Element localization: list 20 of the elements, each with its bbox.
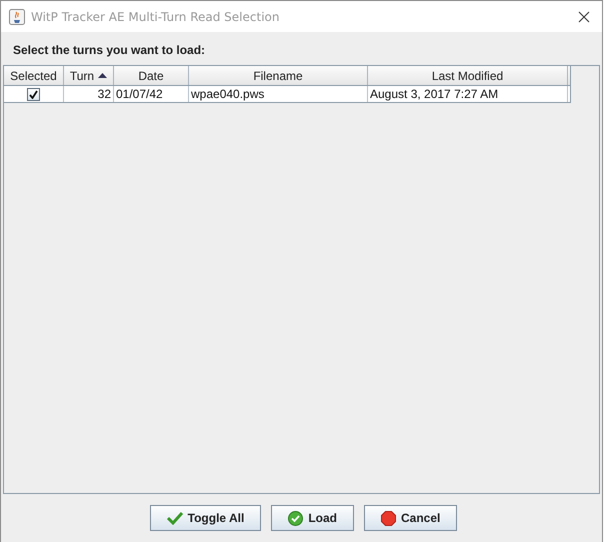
app-icon (9, 8, 25, 24)
close-icon[interactable] (578, 10, 590, 22)
table-cell: August 3, 2017 7:27 AM (368, 86, 568, 102)
column-header[interactable]: Turn (64, 66, 114, 85)
column-header[interactable]: Date (114, 66, 189, 85)
dialog-button[interactable]: Toggle All (150, 505, 262, 531)
row-checkbox[interactable] (27, 88, 40, 100)
stop-icon (380, 510, 396, 526)
table-cell: 32 (64, 86, 114, 102)
table-cell: 01/07/42 (114, 86, 189, 102)
instruction-label: Select the turns you want to load: (12, 42, 206, 59)
dialog-button[interactable]: Load (271, 505, 354, 531)
column-header[interactable]: Selected (4, 66, 64, 85)
column-header[interactable]: Last Modified (368, 66, 568, 85)
table-cell: wpae040.pws (189, 86, 368, 102)
dialog-button[interactable]: Cancel (364, 505, 458, 531)
window-title: WitP Tracker AE Multi-Turn Read Selection (31, 10, 280, 24)
checkmark-icon (166, 511, 183, 525)
column-header[interactable]: Filename (189, 66, 368, 85)
check-circle-icon (288, 510, 304, 526)
